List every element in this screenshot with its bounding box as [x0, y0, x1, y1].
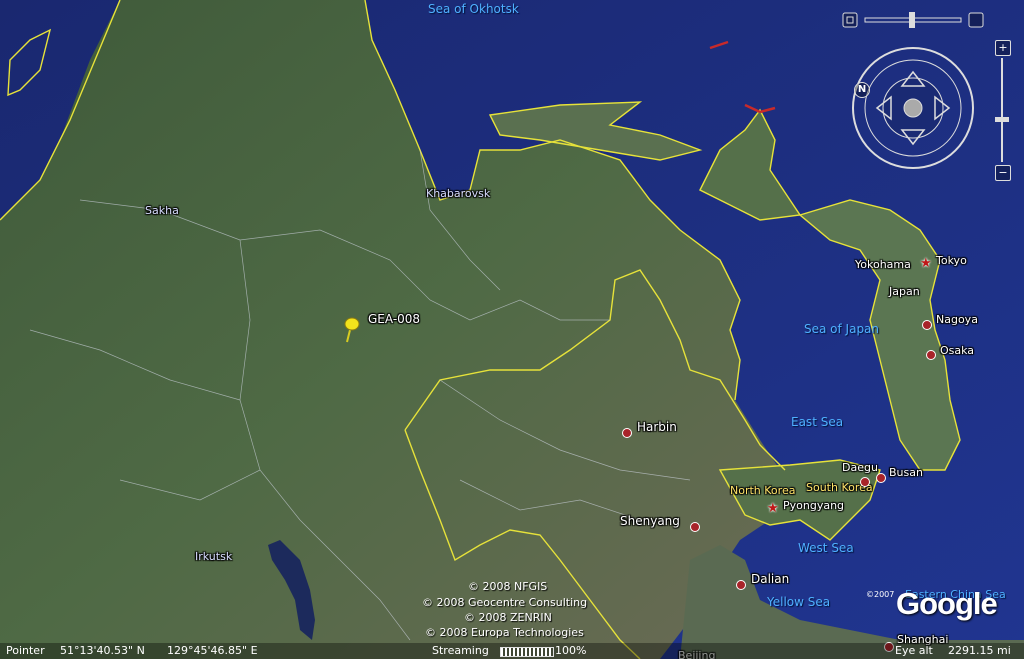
region-label-sakha: Sakha — [145, 204, 179, 217]
city-dot-icon — [736, 580, 746, 590]
pointer-longitude: 129°45'46.85" E — [167, 644, 258, 657]
city-label-pyongyang: Pyongyang — [783, 499, 845, 512]
city-label-yokohama: Yokohama — [855, 258, 911, 271]
streaming-progress-bar — [500, 647, 554, 657]
pointer-latitude: 51°13'40.53" N — [60, 644, 145, 657]
city-dot-icon — [926, 350, 936, 360]
navigation-controls — [842, 12, 984, 169]
water-label-east-sea: East Sea — [791, 415, 844, 429]
city-dot-icon — [860, 477, 870, 487]
city-label-tokyo: Tokyo — [936, 254, 967, 267]
country-label-north-korea: North Korea — [730, 484, 796, 497]
streaming-label: Streaming — [432, 644, 489, 657]
city-label-busan: Busan — [889, 466, 923, 479]
capital-star-icon: ★ — [767, 501, 779, 516]
zoom-out-button[interactable]: − — [995, 165, 1011, 181]
water-label-sea-of-japan: Sea of Japan — [804, 322, 880, 336]
city-dot-icon — [922, 320, 932, 330]
region-label-irkutsk: Irkutsk — [195, 550, 233, 563]
water-label-west-sea: West Sea — [798, 541, 854, 555]
pointer-label: Pointer — [6, 644, 45, 657]
streaming-percent: 100% — [555, 644, 587, 657]
water-label-sea-of-okhotsk: Sea of Okhotsk — [428, 2, 519, 16]
compass-north-button[interactable]: N — [854, 82, 870, 98]
google-logo: Google — [896, 586, 998, 621]
city-label-shenyang: Shenyang — [620, 514, 680, 528]
city-label-nagoya: Nagoya — [936, 313, 978, 326]
placemark-label[interactable]: GEA-008 — [368, 312, 420, 326]
credit-line: © 2008 Geocentre Consulting — [422, 596, 588, 609]
zoom-slider-track[interactable] — [1001, 58, 1003, 162]
credit-line: © 2008 ZENRIN — [464, 611, 552, 624]
region-label-khabarovsk: Khabarovsk — [426, 187, 491, 200]
water-label-yellow-sea: Yellow Sea — [767, 595, 831, 609]
city-label-osaka: Osaka — [940, 344, 975, 357]
eye-alt-label: Eye alt — [895, 644, 933, 657]
credit-line: © 2008 NFGIS — [468, 580, 548, 593]
eye-alt-value: 2291.15 mi — [948, 644, 1011, 657]
city-dot-icon — [690, 522, 700, 532]
city-dot-icon — [622, 428, 632, 438]
status-bar: Pointer 51°13'40.53" N 129°45'46.85" E S… — [0, 643, 1024, 659]
country-label-japan: Japan — [889, 285, 920, 298]
streaming-progress-fill — [501, 648, 553, 656]
city-label-harbin: Harbin — [637, 420, 677, 434]
map-viewport[interactable]: GEA-008 Sea of Okhotsk Sea of Japan East… — [0, 0, 1024, 659]
logo-copyright: ©2007 — [866, 590, 895, 599]
zoom-slider-thumb[interactable] — [995, 117, 1009, 123]
city-label-daegu: Daegu — [842, 461, 878, 474]
city-label-dalian: Dalian — [751, 572, 790, 586]
capital-star-icon: ★ — [920, 256, 932, 271]
zoom-in-button[interactable]: + — [995, 40, 1011, 56]
credit-line: © 2008 Europa Technologies — [425, 626, 584, 639]
city-dot-icon — [876, 473, 886, 483]
